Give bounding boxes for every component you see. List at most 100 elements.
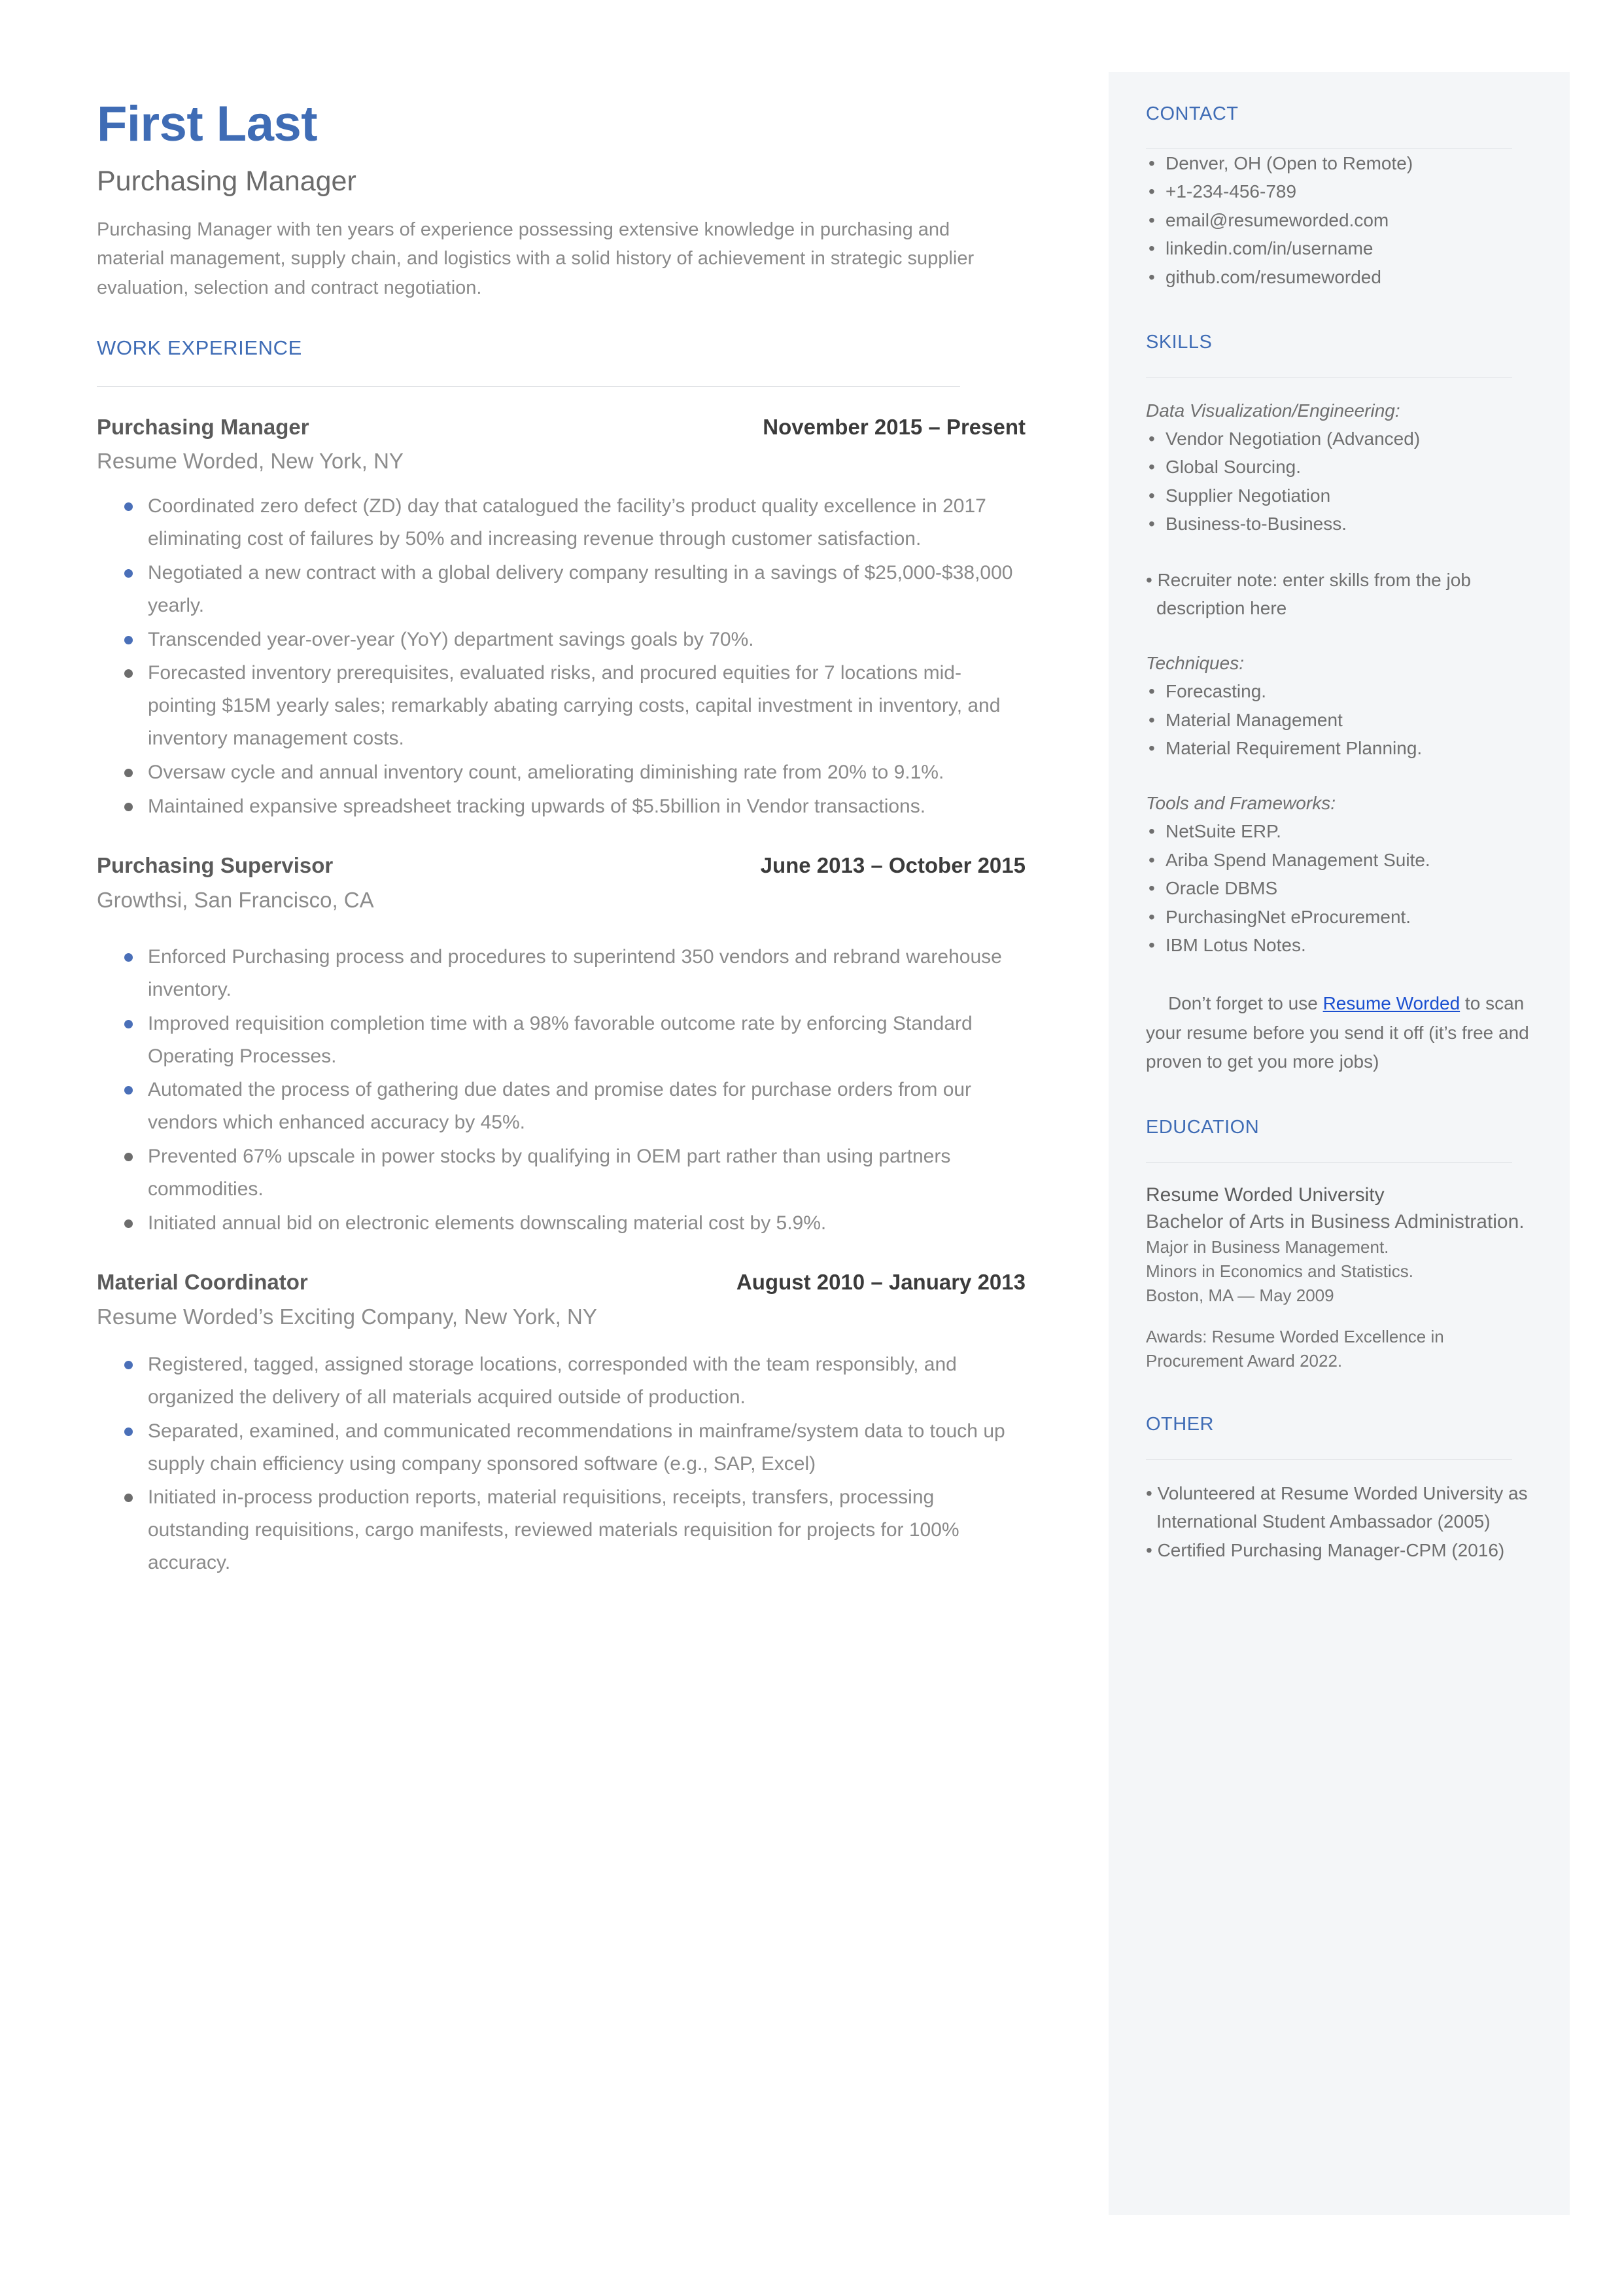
bullet-text: Enforced Purchasing process and procedur… bbox=[148, 946, 1002, 1001]
bullet-dot-icon bbox=[124, 569, 133, 578]
education-awards: Awards: Resume Worded Excellence in Proc… bbox=[1146, 1326, 1444, 1371]
contact-linkedin[interactable]: linkedin.com/in/username bbox=[1166, 238, 1373, 258]
page-title: First Last bbox=[97, 96, 318, 152]
job-dates: August 2010 – January 2013 bbox=[736, 1270, 1026, 1295]
bullet-dot-icon: • bbox=[1149, 709, 1155, 730]
list-item: • Oracle DBMS bbox=[1146, 874, 1532, 902]
list-item: Automated the process of gathering due d… bbox=[97, 1074, 1024, 1139]
bullet-text: Oversaw cycle and annual inventory count… bbox=[148, 761, 944, 783]
recruiter-note: • Recruiter note: enter skills from the … bbox=[1146, 569, 1471, 618]
bullet-text: Negotiated a new contract with a global … bbox=[148, 562, 1013, 616]
skill-item: Supplier Negotiation bbox=[1166, 485, 1331, 506]
section-divider-other bbox=[1146, 1458, 1512, 1460]
bullet-dot-icon: • bbox=[1149, 428, 1155, 449]
list-item: Registered, tagged, assigned storage loc… bbox=[97, 1348, 1024, 1414]
list-item: • email@resumeworded.com bbox=[1146, 206, 1532, 234]
bullet-dot-icon: • bbox=[1149, 514, 1155, 534]
list-item: Oversaw cycle and annual inventory count… bbox=[97, 756, 1024, 789]
bullet-dot-icon: • bbox=[1149, 266, 1155, 287]
section-heading-work-experience: WORK EXPERIENCE bbox=[97, 336, 302, 359]
list-item: Prevented 67% upscale in power stocks by… bbox=[97, 1140, 1024, 1206]
section-heading-contact: CONTACT bbox=[1146, 103, 1239, 124]
bullet-text: Transcended year-over-year (YoY) departm… bbox=[148, 628, 754, 650]
skill-item: Ariba Spend Management Suite. bbox=[1166, 849, 1430, 870]
list-item: Negotiated a new contract with a global … bbox=[97, 557, 1024, 622]
contact-phone[interactable]: +1-234-456-789 bbox=[1166, 181, 1296, 201]
resume-worded-link[interactable]: Resume Worded bbox=[1323, 993, 1460, 1013]
skill-item: PurchasingNet eProcurement. bbox=[1166, 906, 1411, 927]
bullet-dot-icon: • bbox=[1149, 906, 1155, 927]
skills-group-list: • Vendor Negotiation (Advanced) • Global S… bbox=[1146, 425, 1532, 538]
section-heading-education: EDUCATION bbox=[1146, 1117, 1260, 1138]
list-item: • Forecasting. bbox=[1146, 677, 1532, 705]
skill-item: Business-to-Business. bbox=[1166, 514, 1347, 534]
bullet-dot-icon: • bbox=[1149, 209, 1155, 230]
contact-list: • Denver, OH (Open to Remote) • +1-234-456… bbox=[1146, 149, 1532, 291]
bullet-dot-icon: • bbox=[1149, 821, 1155, 842]
job-company: Resume Worded’s Exciting Company, New Yo… bbox=[97, 1305, 597, 1329]
job-company: Resume Worded, New York, NY bbox=[97, 449, 404, 474]
bullet-dot-icon: • bbox=[1149, 181, 1155, 202]
bullet-dot-icon bbox=[124, 1427, 133, 1436]
bullet-dot-icon bbox=[124, 768, 133, 777]
job-dates: November 2015 – Present bbox=[763, 414, 1026, 439]
bullet-dot-icon: • bbox=[1149, 738, 1155, 759]
skill-item: Vendor Negotiation (Advanced) bbox=[1166, 428, 1421, 449]
list-item: • Global Sourcing. bbox=[1146, 453, 1532, 481]
sidebar: CONTACT • Denver, OH (Open to Remote) • +1… bbox=[1146, 103, 1532, 1565]
job-entry: Purchasing Manager November 2015 – Prese… bbox=[97, 414, 1026, 823]
bullet-dot-icon bbox=[124, 1219, 133, 1228]
section-divider-work bbox=[97, 385, 960, 387]
promo-text-before: Don’t forget to use bbox=[1168, 993, 1323, 1014]
job-company: Growthsi, San Francisco, CA bbox=[97, 888, 374, 913]
main-column: First Last Purchasing Manager Purchasing… bbox=[97, 98, 1026, 1581]
skill-item: Material Management bbox=[1166, 709, 1343, 730]
education-location-date: Boston, MA — May 2009 bbox=[1146, 1285, 1334, 1305]
bullet-dot-icon bbox=[124, 669, 133, 678]
bullet-text: Maintained expansive spreadsheet trackin… bbox=[148, 795, 926, 817]
education-minors: Minors in Economics and Statistics. bbox=[1146, 1261, 1413, 1282]
job-title: Purchasing Supervisor bbox=[97, 853, 334, 878]
contact-email[interactable]: email@resumeworded.com bbox=[1166, 210, 1389, 230]
job-header-row: Material Coordinator August 2010 – Janua… bbox=[97, 1269, 1026, 1295]
skills-group-label: Tools and Frameworks: bbox=[1146, 793, 1336, 814]
bullet-dot-icon bbox=[124, 802, 133, 811]
bullet-dot-icon bbox=[124, 1494, 133, 1503]
list-item: • NetSuite ERP. bbox=[1146, 817, 1532, 845]
resume-page: First Last Purchasing Manager Purchasing… bbox=[0, 0, 1624, 2295]
bullet-dot-icon: • bbox=[1149, 153, 1155, 173]
bullet-text: Automated the process of gathering due d… bbox=[148, 1079, 972, 1134]
skills-group-list: • NetSuite ERP. • Ariba Spend Management S… bbox=[1146, 817, 1532, 959]
bullet-text: Coordinated zero defect (ZD) day that ca… bbox=[148, 495, 986, 550]
list-item: Transcended year-over-year (YoY) departm… bbox=[97, 623, 1024, 656]
bullet-dot-icon bbox=[124, 1361, 133, 1370]
job-header-row: Purchasing Manager November 2015 – Prese… bbox=[97, 414, 1026, 440]
job-title: Purchasing Manager bbox=[97, 414, 309, 439]
skills-group: Techniques: • Forecasting. • Material Mana… bbox=[1146, 650, 1532, 762]
bullet-dot-icon bbox=[124, 1153, 133, 1162]
bullet-dot-icon bbox=[124, 953, 133, 962]
education-school: Resume Worded University bbox=[1146, 1184, 1385, 1206]
job-bullet-list: Enforced Purchasing process and procedur… bbox=[97, 941, 1026, 1239]
job-entry: Purchasing Supervisor June 2013 – Octobe… bbox=[97, 852, 1026, 1239]
list-item: • Material Management bbox=[1146, 706, 1532, 734]
skill-item: IBM Lotus Notes. bbox=[1166, 935, 1306, 956]
list-item: Coordinated zero defect (ZD) day that ca… bbox=[97, 490, 1024, 555]
list-item: • +1-234-456-789 bbox=[1146, 177, 1532, 205]
headline: Purchasing Manager bbox=[97, 165, 356, 197]
list-item: Initiated annual bid on electronic eleme… bbox=[97, 1207, 1024, 1240]
list-item: • Denver, OH (Open to Remote) bbox=[1146, 149, 1532, 177]
skill-item: Global Sourcing. bbox=[1166, 457, 1302, 478]
skills-group-label: Data Visualization/Engineering: bbox=[1146, 400, 1400, 421]
bullet-text: Registered, tagged, assigned storage loc… bbox=[148, 1354, 957, 1409]
contact-github[interactable]: github.com/resumeworded bbox=[1166, 267, 1381, 287]
job-bullet-list: Registered, tagged, assigned storage loc… bbox=[97, 1348, 1026, 1579]
list-item: Forecasted inventory prerequisites, eval… bbox=[97, 657, 1024, 754]
skill-item: Oracle DBMS bbox=[1166, 878, 1278, 899]
list-item: • Business-to-Business. bbox=[1146, 510, 1532, 538]
bullet-dot-icon bbox=[124, 502, 133, 512]
job-entry: Material Coordinator August 2010 – Janua… bbox=[97, 1269, 1026, 1579]
bullet-dot-icon: • bbox=[1149, 457, 1155, 478]
skill-item: Material Requirement Planning. bbox=[1166, 738, 1423, 759]
section-heading-other: OTHER bbox=[1146, 1413, 1214, 1435]
